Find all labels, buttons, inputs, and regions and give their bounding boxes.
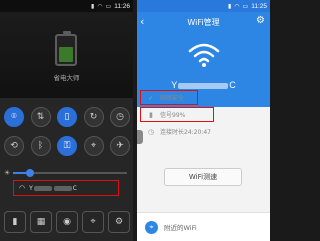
wifi-manager-screen: ▮ ◠ ▭ 11:25 ‹ WiFi管理 ⚙ YC ✓ 网络安全 ▮ 信号99% ◷ 连接… [137,0,270,241]
battery-graphic [55,31,77,66]
toggle-panel: ⌾ ⇅ ▯ ↻ ◷ ⟲ ᛒ ⚿ ⌖ ✈ ☀ ◠ YC ▮ ▦ ◉ ⌖ ⚙ [0,98,133,241]
wifi-status-icon: ◠ [234,2,240,10]
wifi-speed-test-button[interactable]: WiFi测速 [164,168,242,186]
location-shortcut[interactable]: ⌖ [82,211,104,233]
shortcut-row: ▮ ▦ ◉ ⌖ ⚙ [4,211,130,233]
wifi-icon: ◠ [19,184,26,192]
gear-icon[interactable]: ⚙ [256,15,265,26]
toggle-row-1: ⌾ ⇅ ▯ ↻ ◷ [4,107,130,127]
data-toggle[interactable]: ⇅ [30,107,51,127]
sync-toggle[interactable]: ↻ [83,107,104,127]
wifi-info-list: ✓ 网络安全 ▮ 信号99% ◷ 连接时长24:20:47 [137,89,270,140]
status-time: 11:25 [251,2,267,10]
brightness-slider-knob[interactable] [26,169,35,177]
airplane-toggle[interactable]: ✈ [110,136,130,156]
camera-shortcut[interactable]: ◉ [56,211,78,233]
battery-level-fill [59,46,73,62]
info-text: 连接时长24:20:47 [160,129,211,136]
brightness-icon: ☀ [4,169,11,177]
bluetooth-toggle[interactable]: ᛒ [30,136,51,156]
brightness-control: ☀ [4,168,130,178]
flashlight-shortcut[interactable]: ▮ [4,211,26,233]
settings-shortcut[interactable]: ⚙ [108,211,130,233]
wifi-large-icon [188,43,220,67]
highlight-box [140,90,198,105]
info-row: ✓ 网络安全 [137,89,270,106]
status-bar: ▮ ◠ ▭ 11:26 [0,0,133,12]
battery-icon: ▭ [105,2,112,10]
wifi-ssid: YC [29,184,77,192]
battery-title: 省电大师 [53,74,80,82]
lock-toggle[interactable]: ⚿ [57,136,77,156]
clock-icon: ◷ [147,127,155,136]
signal-icon: ▮ [227,2,232,10]
connected-wifi-bar[interactable]: ◠ YC [13,180,119,196]
toggle-row-2: ⟲ ᛒ ⚿ ⌖ ✈ [4,136,130,156]
calculator-shortcut[interactable]: ▦ [30,211,52,233]
status-bar-right: ▮ ◠ ▭ 11:25 [137,0,270,12]
wifi-status-icon: ◠ [97,2,103,10]
quick-settings-screen: ▮ ◠ ▭ 11:26 省电大师 ⌾ ⇅ ▯ ↻ ◷ ⟲ ᛒ ⚿ ⌖ ✈ ☀ ◠ YC ▮ ▦ ◉ ⌖… [0,0,133,241]
nearby-wifi-bar[interactable]: ⌖ 附近的WiFi [137,212,270,241]
signal-icon: ▮ [90,2,95,10]
wifi-toggle[interactable]: ⌾ [4,107,24,127]
rotate-toggle[interactable]: ⟲ [4,136,24,156]
info-row: ◷ 连接时长24:20:47 [137,123,270,140]
gps-toggle[interactable]: ⌖ [83,136,104,156]
battery-saver-widget[interactable]: 省电大师 [0,12,133,100]
info-row: ▮ 信号99% [137,106,270,123]
highlight-box [140,107,214,122]
vibrate-toggle[interactable]: ▯ [57,107,77,127]
timer-toggle[interactable]: ◷ [110,107,130,127]
nearby-wifi-label: 附近的WiFi [164,224,197,232]
battery-icon: ▭ [242,2,249,10]
brightness-slider[interactable] [13,169,127,177]
page-title: WiFi管理 [187,18,220,27]
location-pin-icon: ⌖ [145,220,158,234]
status-time: 11:26 [114,2,130,10]
